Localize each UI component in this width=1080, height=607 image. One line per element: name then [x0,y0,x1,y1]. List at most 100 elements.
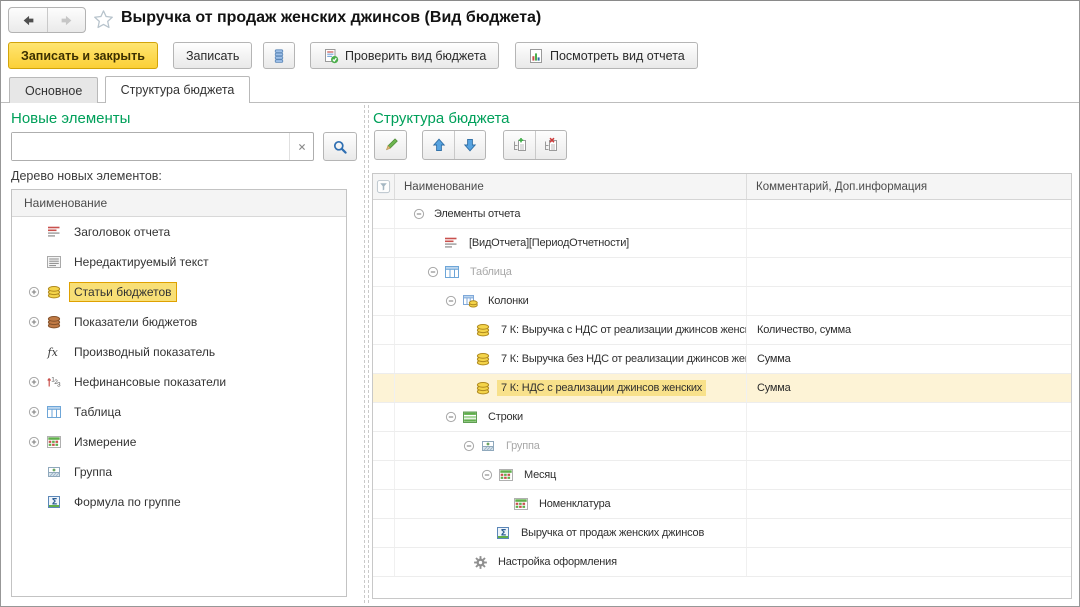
tree-add-icon [512,137,528,153]
search-button[interactable] [323,132,357,161]
new-elements-title: Новые элементы [11,110,130,127]
static-text-icon [46,254,62,270]
fx-icon: fx [46,344,62,360]
remove-from-group-button[interactable] [535,131,566,159]
structure-row[interactable]: Колонки [373,287,1071,316]
add-to-group-button[interactable] [504,131,535,159]
move-buttons-group [422,130,486,160]
new-elements-tree-label: Дерево новых элементов: [11,169,162,183]
new-element-item[interactable]: Показатели бюджетов [12,307,346,337]
group-icon [46,464,62,480]
collapse-node-icon[interactable] [463,440,475,452]
collapse-node-icon[interactable] [427,266,439,278]
report-chart-icon [528,48,544,64]
nonfinancial-icon: 123 [46,374,62,390]
table-icon [444,264,460,280]
sigma-icon: Σ [46,494,62,510]
content-area: Новые элементы Дерево новых элементов: Н… [1,103,1079,606]
structure-row[interactable]: ΣВыручка от продаж женских джинсов [373,519,1071,548]
forward-button[interactable] [47,8,85,32]
new-element-item[interactable]: fx Производный показатель [12,337,346,367]
dimension-icon [46,434,62,450]
row-comment: Сумма [757,353,791,365]
item-label: Формула по группе [70,493,185,511]
row-comment: Количество, сумма [757,324,851,336]
row-name: [ВидОтчета][ПериодОтчетности] [465,235,633,251]
structure-row[interactable]: Настройка оформления [373,548,1071,577]
structure-row[interactable]: Строки [373,403,1071,432]
new-element-item[interactable]: Группа [12,457,346,487]
item-label: Производный показатель [70,343,219,361]
structure-row[interactable]: Месяц [373,461,1071,490]
column-header-comment: Комментарий, Доп.информация [747,174,1071,199]
structure-row[interactable]: 7 К: НДС с реализации джинсов женских Сум… [373,374,1071,403]
row-name: 7 К: Выручка без НДС от реализации джинс… [497,351,747,367]
favorite-star-icon[interactable] [93,9,114,30]
back-arrow-icon [21,13,36,28]
move-up-button[interactable] [423,131,454,159]
forward-arrow-icon [59,13,74,28]
edit-button[interactable] [374,130,407,160]
tab-budget-structure[interactable]: Структура бюджета [105,76,251,103]
structure-row[interactable]: Элементы отчета [373,200,1071,229]
check-budget-view-button[interactable]: Проверить вид бюджета [310,42,499,69]
row-name: 7 К: Выручка с НДС от реализации джинсов… [497,322,747,338]
expand-node-icon[interactable] [28,436,40,448]
structure-row[interactable]: 7 К: Выручка без НДС от реализации джинс… [373,345,1071,374]
collapse-node-icon[interactable] [445,411,457,423]
structure-row[interactable]: [ВидОтчета][ПериодОтчетности] [373,229,1071,258]
clear-search-button[interactable] [289,133,313,160]
new-element-item[interactable]: Заголовок отчета [12,217,346,247]
search-input[interactable] [12,133,289,160]
save-close-button[interactable]: Записать и закрыть [8,42,158,69]
row-name: Настройка оформления [494,554,621,570]
collapse-node-icon[interactable] [413,208,425,220]
row-name: 7 К: НДС с реализации джинсов женских [497,380,706,396]
left-column-header: Наименование [12,190,346,217]
budget-structure-title: Структура бюджета [373,110,510,127]
page-title: Выручка от продаж женских джинсов (Вид б… [121,9,541,27]
structure-row[interactable]: Группа [373,432,1071,461]
coins-yellow-icon [475,322,491,338]
structure-row[interactable]: 7 К: Выручка с НДС от реализации джинсов… [373,316,1071,345]
row-name: Группа [502,438,544,454]
report-title-icon [46,224,62,240]
row-comment: Сумма [757,382,791,394]
coins-yellow-icon [46,284,62,300]
expand-node-icon[interactable] [28,316,40,328]
group-icon [480,438,496,454]
tree-remove-icon [543,137,559,153]
new-element-item[interactable]: Таблица [12,397,346,427]
new-element-item[interactable]: 123Нефинансовые показатели [12,367,346,397]
item-label: Измерение [70,433,140,451]
view-report-button[interactable]: Посмотреть вид отчета [515,42,698,69]
expand-node-icon[interactable] [28,406,40,418]
coins-yellow-icon [475,380,491,396]
list-icon [271,48,287,64]
more-list-button[interactable] [263,42,295,69]
new-element-item[interactable]: Нередактируемый текст [12,247,346,277]
report-title-icon [443,235,459,251]
expand-node-icon[interactable] [28,286,40,298]
rows-icon [462,409,478,425]
coins-bronze-icon [46,314,62,330]
save-button[interactable]: Записать [173,42,252,69]
svg-text:Σ: Σ [52,497,58,507]
row-name: Элементы отчета [430,206,524,222]
new-element-item[interactable]: Измерение [12,427,346,457]
structure-row[interactable]: Таблица [373,258,1071,287]
row-name: Месяц [520,467,560,483]
collapse-node-icon[interactable] [481,469,493,481]
panel-splitter[interactable] [364,105,369,603]
back-button[interactable] [9,8,47,32]
tab-main[interactable]: Основное [9,77,98,103]
new-element-item[interactable]: Σ Формула по группе [12,487,346,517]
row-name: Колонки [484,293,533,309]
expand-node-icon[interactable] [28,376,40,388]
structure-row[interactable]: Номенклатура [373,490,1071,519]
new-element-item[interactable]: Статьи бюджетов [12,277,346,307]
move-down-button[interactable] [454,131,485,159]
clear-x-icon [295,140,309,154]
collapse-node-icon[interactable] [445,295,457,307]
item-label: Таблица [70,403,125,421]
